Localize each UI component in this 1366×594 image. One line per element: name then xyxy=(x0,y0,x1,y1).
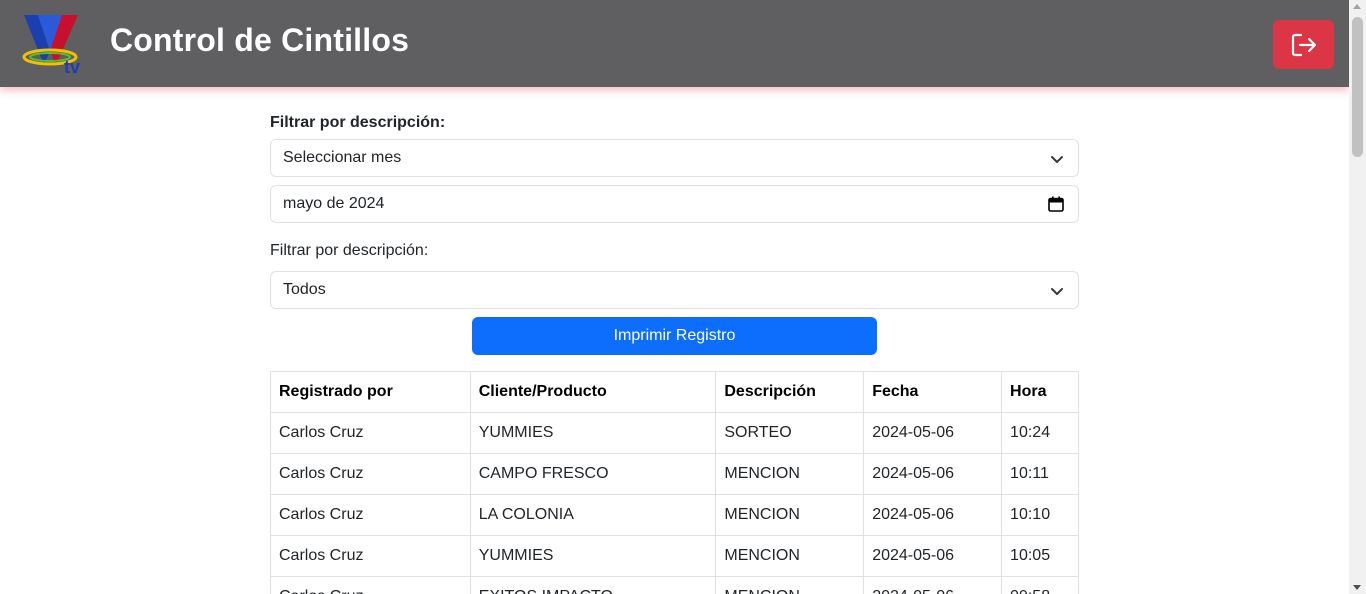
table-cell: YUMMIES xyxy=(469,535,717,577)
chevron-down-icon xyxy=(1051,156,1063,163)
table-cell: Carlos Cruz xyxy=(270,576,471,594)
date-input-value: mayo de 2024 xyxy=(283,195,385,212)
chevron-down-icon xyxy=(1051,288,1063,295)
table-cell: LA COLONIA xyxy=(469,494,717,536)
description-select-value: Todos xyxy=(283,281,326,298)
table-cell: YUMMIES xyxy=(469,412,717,454)
records-table: Registrado por Cliente/Producto Descripc… xyxy=(270,371,1079,594)
table-cell: 10:10 xyxy=(1001,494,1079,536)
table-cell: EXITOS IMPACTO xyxy=(469,576,717,594)
table-cell: 2024-05-06 xyxy=(863,494,1003,536)
table-row[interactable]: Carlos Cruz EXITOS IMPACTO MENCION 2024-… xyxy=(270,576,1079,594)
description-filter-label: Filtrar por descripción: xyxy=(270,242,429,259)
table-row[interactable]: Carlos Cruz LA COLONIA MENCION 2024-05-0… xyxy=(270,494,1079,536)
table-cell: 2024-05-06 xyxy=(863,535,1003,577)
month-date-input[interactable]: mayo de 2024 xyxy=(270,185,1079,223)
table-cell: MENCION xyxy=(715,576,865,594)
print-record-button[interactable]: Imprimir Registro xyxy=(472,317,877,355)
table-cell: Carlos Cruz xyxy=(270,494,471,536)
column-header[interactable]: Registrado por xyxy=(270,371,471,413)
table-cell: Carlos Cruz xyxy=(270,412,471,454)
column-header[interactable]: Hora xyxy=(1001,371,1079,413)
table-cell: 2024-05-06 xyxy=(863,576,1003,594)
column-header[interactable]: Cliente/Producto xyxy=(469,371,717,413)
scroll-down-arrow-icon[interactable] xyxy=(1353,585,1361,590)
page-title: Control de Cintillos xyxy=(110,22,410,58)
table-cell: 10:24 xyxy=(1001,412,1079,454)
description-select[interactable]: Todos xyxy=(270,271,1079,309)
table-cell: Carlos Cruz xyxy=(270,535,471,577)
table-row[interactable]: Carlos Cruz CAMPO FRESCO MENCION 2024-05… xyxy=(270,453,1079,495)
table-cell: MENCION xyxy=(715,535,865,577)
table-cell: MENCION xyxy=(715,453,865,495)
table-header-row: Registrado por Cliente/Producto Descripc… xyxy=(270,371,1079,413)
table-cell: 10:11 xyxy=(1001,453,1079,495)
vtv-logo[interactable]: tv xyxy=(22,13,88,77)
navbar: tv Control de Cintillos xyxy=(0,0,1349,87)
table-cell: SORTEO xyxy=(715,412,865,454)
logo-text: tv xyxy=(64,57,80,75)
table-row[interactable]: Carlos Cruz YUMMIES MENCION 2024-05-06 1… xyxy=(270,535,1079,577)
column-header[interactable]: Fecha xyxy=(863,371,1003,413)
logout-icon xyxy=(1291,33,1316,56)
calendar-icon[interactable] xyxy=(1048,196,1064,212)
table-row[interactable]: Carlos Cruz YUMMIES SORTEO 2024-05-06 10… xyxy=(270,412,1079,454)
table-cell: 2024-05-06 xyxy=(863,412,1003,454)
logout-button[interactable] xyxy=(1273,20,1334,69)
column-header[interactable]: Descripción xyxy=(715,371,865,413)
month-select-value: Seleccionar mes xyxy=(283,149,402,166)
scrollbar-thumb[interactable] xyxy=(1352,17,1363,157)
table-cell: MENCION xyxy=(715,494,865,536)
table-cell: Carlos Cruz xyxy=(270,453,471,495)
table-cell: 09:58 xyxy=(1001,576,1079,594)
page-scrollbar[interactable] xyxy=(1349,0,1366,594)
month-select[interactable]: Seleccionar mes xyxy=(270,139,1079,177)
scroll-up-arrow-icon[interactable] xyxy=(1353,4,1361,9)
table-cell: 10:05 xyxy=(1001,535,1079,577)
table-cell: 2024-05-06 xyxy=(863,453,1003,495)
month-filter-label: Filtrar por descripción: xyxy=(270,114,446,131)
table-cell: CAMPO FRESCO xyxy=(469,453,717,495)
